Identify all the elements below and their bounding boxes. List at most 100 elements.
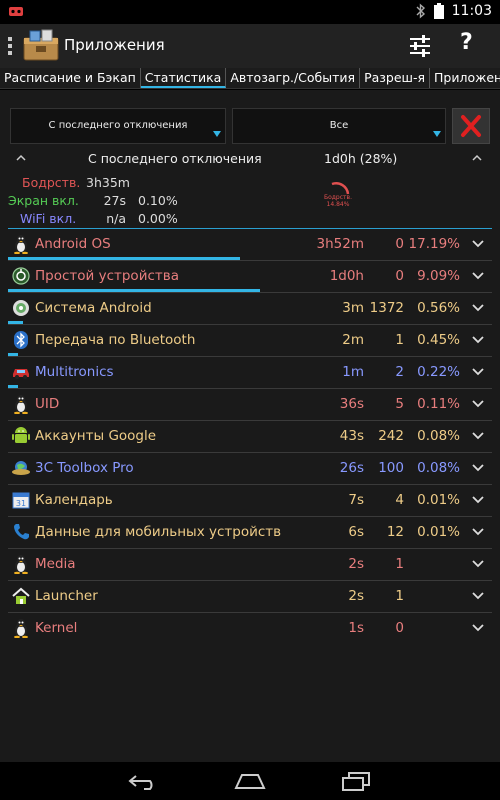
app-name: Android OS xyxy=(35,236,111,252)
chevron-down-icon[interactable] xyxy=(472,397,484,409)
app-time: 7s xyxy=(348,492,364,508)
svg-text:31: 31 xyxy=(16,499,26,508)
gauge-value: 14.84% xyxy=(326,201,350,208)
navigation-bar xyxy=(0,762,500,800)
tab-item[interactable]: Приложения xyxy=(430,68,500,88)
gauge-caption: Бодрств. xyxy=(324,194,352,201)
app-name: Данные для мобильных устройств xyxy=(35,524,282,540)
chevron-down-icon[interactable] xyxy=(472,493,484,505)
summary-row: Бодрств. 3h35m xyxy=(8,175,308,193)
summary-rows: Бодрств. 3h35m Экран вкл. 27s 0.10% WiFi вкл.… xyxy=(8,175,308,229)
period-select-value: С последнего отключения xyxy=(48,120,188,131)
chevron-down-icon[interactable] xyxy=(472,461,484,473)
app-row[interactable]: Launcher 2s 1 xyxy=(8,580,492,612)
phone-icon xyxy=(14,524,29,540)
chevron-down-icon[interactable] xyxy=(472,621,484,633)
bluetooth-status-icon xyxy=(416,3,425,19)
chevron-down-icon[interactable] xyxy=(472,429,484,441)
category-select-value: Все xyxy=(329,120,349,131)
chevron-down-icon[interactable] xyxy=(472,365,484,377)
toolbox-app-icon[interactable] xyxy=(22,28,60,64)
app-row[interactable]: Система Android 3m 1372 0.56% xyxy=(8,292,492,324)
chevron-down-icon[interactable] xyxy=(472,589,484,601)
linux-tux-icon xyxy=(14,235,28,254)
chevron-down-icon[interactable] xyxy=(472,525,484,537)
app-list: Android OS 3h52m 0 17.19% Простой устройства… xyxy=(8,228,492,644)
app-percent: 0.45% xyxy=(417,332,460,348)
app-row[interactable]: 3C Toolbox Pro 26s 100 0.08% xyxy=(8,452,492,484)
toolbox-globe-icon xyxy=(12,461,30,475)
app-name: Система Android xyxy=(35,300,152,316)
app-time: 36s xyxy=(339,396,364,412)
app-time: 2s xyxy=(348,588,364,604)
chevron-up-icon xyxy=(472,154,482,161)
help-button[interactable]: ? xyxy=(460,30,473,55)
calendar-icon: 31 xyxy=(12,492,30,509)
summary-label: Экран вкл. xyxy=(8,193,79,208)
dropdown-arrow-icon xyxy=(213,131,221,137)
summary-row: WiFi вкл. n/a 0.00% xyxy=(8,211,308,229)
status-bar: 11:03 xyxy=(0,0,500,24)
summary-total: 1d0h (28%) xyxy=(324,151,398,166)
back-icon[interactable] xyxy=(128,772,160,790)
app-row[interactable]: Простой устройства 1d0h 0 9.09% xyxy=(8,260,492,292)
chevron-down-icon[interactable] xyxy=(472,333,484,345)
app-row[interactable]: Media 2s 1 xyxy=(8,548,492,580)
app-name: UID xyxy=(35,396,60,412)
recents-icon[interactable] xyxy=(340,771,372,791)
chevron-down-icon[interactable] xyxy=(472,237,484,249)
app-percent: 0.01% xyxy=(417,492,460,508)
app-name: Простой устройства xyxy=(35,268,179,284)
app-row[interactable]: Данные для мобильных устройств 6s 12 0.01% xyxy=(8,516,492,548)
category-select[interactable]: Все xyxy=(232,108,446,144)
close-icon xyxy=(461,115,481,137)
app-percent: 0.22% xyxy=(417,364,460,380)
tab-item[interactable]: Статистика xyxy=(140,68,227,88)
app-name: Передача по Bluetooth xyxy=(35,332,196,348)
app-count: 12 xyxy=(386,524,404,540)
app-row[interactable]: Kernel 1s 0 xyxy=(8,612,492,644)
app-row[interactable]: Передача по Bluetooth 2m 1 0.45% xyxy=(8,324,492,356)
app-row[interactable]: Multitronics 1m 2 0.22% xyxy=(8,356,492,388)
app-percent: 0.56% xyxy=(417,300,460,316)
overflow-menu-icon[interactable] xyxy=(8,36,12,56)
app-row[interactable]: Аккаунты Google 43s 242 0.08% xyxy=(8,420,492,452)
summary-value: 27s xyxy=(103,193,126,208)
tab-item[interactable]: Автозагр./События xyxy=(226,68,361,88)
summary-label: WiFi вкл. xyxy=(20,211,77,226)
tab-bar: Расписание и Бэкап Статистика Автозагр./Со… xyxy=(0,68,500,89)
period-select[interactable]: С последнего отключения xyxy=(10,108,226,144)
app-percent: 0.08% xyxy=(417,460,460,476)
app-count: 1 xyxy=(395,332,404,348)
chevron-down-icon[interactable] xyxy=(472,557,484,569)
dropdown-arrow-icon xyxy=(433,131,441,137)
app-count: 100 xyxy=(378,460,404,476)
app-row[interactable]: UID 36s 5 0.11% xyxy=(8,388,492,420)
notification-icon xyxy=(9,7,23,16)
app-row[interactable]: 31 Календарь 7s 4 0.01% xyxy=(8,484,492,516)
clock: 11:03 xyxy=(451,3,492,19)
tab-item[interactable]: Разреш-я xyxy=(360,68,431,88)
bluetooth-icon xyxy=(14,331,28,349)
chevron-down-icon[interactable] xyxy=(472,269,484,281)
app-count: 1372 xyxy=(369,300,404,316)
statistics-panel: С последнего отключения Все С последнего… xyxy=(0,90,500,762)
summary-header[interactable]: С последнего отключения 1d0h (28%) xyxy=(10,150,490,168)
clear-stats-button[interactable] xyxy=(452,108,490,144)
app-count: 2 xyxy=(395,364,404,380)
filter-settings-icon[interactable] xyxy=(408,34,432,58)
summary-title: С последнего отключения xyxy=(88,151,262,166)
linux-tux-icon xyxy=(14,395,28,414)
tab-item[interactable]: Расписание и Бэкап xyxy=(0,68,141,88)
app-percent: 0.11% xyxy=(417,396,460,412)
summary-label: Бодрств. xyxy=(22,175,81,190)
app-count: 0 xyxy=(395,620,404,636)
home-icon[interactable] xyxy=(234,772,266,790)
summary-percent: 0.00% xyxy=(138,211,178,226)
summary-row: Экран вкл. 27s 0.10% xyxy=(8,193,308,211)
chevron-up-icon xyxy=(16,154,26,161)
app-name: Kernel xyxy=(35,620,78,636)
app-time: 43s xyxy=(339,428,364,444)
app-row[interactable]: Android OS 3h52m 0 17.19% xyxy=(8,228,492,260)
chevron-down-icon[interactable] xyxy=(472,301,484,313)
